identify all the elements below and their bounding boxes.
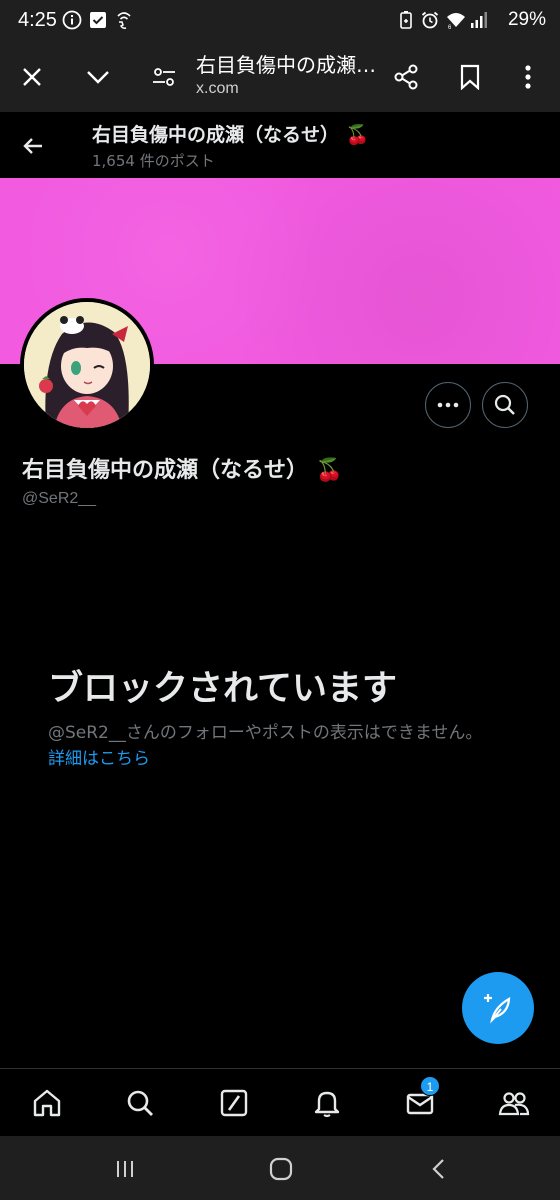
search-profile-button[interactable] [482, 382, 528, 428]
status-bar: 4:25 6 29% [0, 0, 560, 42]
search-icon[interactable] [122, 1085, 158, 1121]
recent-apps-icon[interactable] [110, 1154, 140, 1184]
wifi-calling-icon [117, 12, 131, 29]
system-navigation-bar [0, 1136, 560, 1200]
profile-name-text: 右目負傷中の成瀬（なるせ） [22, 458, 309, 483]
search-icon [494, 394, 515, 415]
share-icon[interactable] [388, 59, 424, 95]
grok-icon[interactable] [216, 1085, 252, 1121]
header-profile-name: 右目負傷中の成瀬（なるせ） 🍒 [92, 120, 369, 147]
more-options-button[interactable] [425, 382, 471, 428]
battery-level: 29% [507, 9, 546, 30]
more-horiz-icon [437, 402, 459, 408]
info-icon [62, 10, 82, 30]
tune-icon[interactable] [146, 59, 182, 95]
compose-feather-icon [484, 994, 511, 1024]
profile-handle: @SeR2__ [22, 490, 97, 507]
close-icon[interactable] [14, 59, 50, 95]
blocked-title: ブロックされています [48, 669, 397, 709]
cherry-emoji: 🍒 [345, 124, 370, 146]
post-count: 1,654 件のポスト [92, 152, 215, 170]
avatar[interactable] [20, 298, 154, 432]
learn-more-link[interactable]: 詳細はこちら [48, 744, 150, 769]
page-title: 右目負傷中の成瀬… [196, 53, 376, 77]
home-button-icon[interactable] [266, 1154, 296, 1184]
home-icon[interactable] [29, 1085, 65, 1121]
page-url[interactable]: x.com [196, 80, 239, 98]
header-name-text: 右目負傷中の成瀬（なるせ） [92, 124, 340, 146]
compose-post-button[interactable] [462, 972, 534, 1044]
chevron-down-icon[interactable] [80, 59, 116, 95]
signal-icon [471, 12, 487, 28]
cherry-emoji: 🍒 [315, 458, 344, 483]
browser-toolbar: 右目負傷中の成瀬… x.com [0, 42, 560, 112]
check-box-icon [90, 12, 106, 28]
status-time: 4:25 [18, 9, 57, 31]
back-arrow-icon[interactable] [16, 128, 52, 164]
messages-badge: 1 [420, 1076, 440, 1096]
more-vert-icon[interactable] [510, 59, 546, 95]
wifi-icon: 6 [447, 13, 465, 30]
profile-top-nav: 右目負傷中の成瀬（なるせ） 🍒 1,654 件のポスト [0, 112, 560, 178]
profile-name: 右目負傷中の成瀬（なるせ） 🍒 [22, 452, 343, 484]
notifications-icon[interactable] [309, 1085, 345, 1121]
blocked-description: @SeR2__さんのフォローやポストの表示はできません。 [48, 723, 483, 743]
bottom-tab-bar [0, 1068, 560, 1136]
svg-text:6: 6 [448, 25, 452, 30]
bookmark-icon[interactable] [452, 59, 488, 95]
battery-saver-icon [400, 11, 412, 29]
alarm-icon [421, 11, 439, 29]
communities-icon[interactable] [496, 1085, 532, 1121]
back-button-icon[interactable] [424, 1154, 454, 1184]
